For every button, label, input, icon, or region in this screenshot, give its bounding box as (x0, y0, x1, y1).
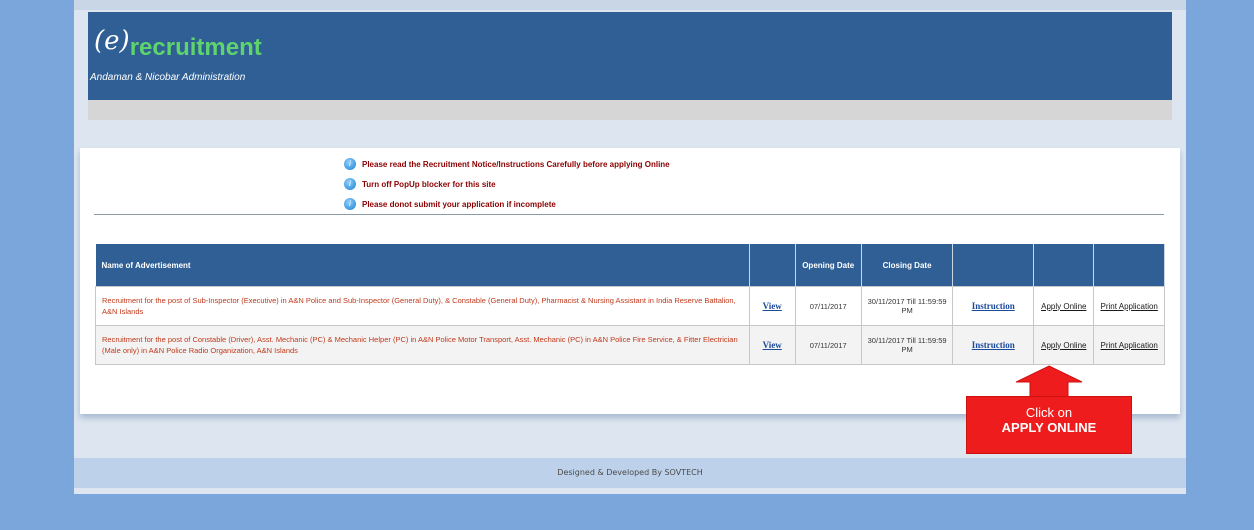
advertisement-table: Name of Advertisement Opening Date Closi… (95, 244, 1165, 365)
closing-date: 30/11/2017 Till 11:59:59 PM (860, 325, 954, 365)
table-header-row: Name of Advertisement Opening Date Closi… (95, 244, 1165, 287)
apply-callout: Click on APPLY ONLINE (966, 364, 1142, 456)
header-name: Name of Advertisement (95, 244, 750, 287)
instruction-link[interactable]: Instruction (972, 340, 1015, 350)
view-cell: View (748, 286, 796, 326)
table-row: Recruitment for the post of Constable (D… (95, 325, 1165, 365)
site-logo[interactable]: (e)recruitment (94, 26, 262, 61)
instruction-cell: Instruction (952, 286, 1035, 326)
ad-description: Recruitment for the post of Sub-Inspecto… (95, 286, 750, 326)
notice-text: Turn off PopUp blocker for this site (362, 179, 496, 189)
apply-online-link[interactable]: Apply Online (1041, 341, 1086, 350)
header-closing: Closing Date (861, 244, 954, 287)
table-row: Recruitment for the post of Sub-Inspecto… (95, 286, 1165, 326)
header-banner: (e)recruitment Andaman & Nicobar Adminis… (88, 12, 1172, 100)
instruction-cell: Instruction (952, 325, 1035, 365)
header-subtitle: Andaman & Nicobar Administration (90, 72, 246, 83)
apply-cell: Apply Online (1033, 325, 1095, 365)
view-link[interactable]: View (763, 340, 782, 350)
print-cell: Print Application (1093, 286, 1165, 326)
apply-online-link[interactable]: Apply Online (1041, 302, 1086, 311)
apply-cell: Apply Online (1033, 286, 1095, 326)
notice-text: Please donot submit your application if … (362, 199, 556, 209)
notice-text: Please read the Recruitment Notice/Instr… (362, 159, 670, 169)
header-view (749, 244, 796, 287)
header-print (1093, 244, 1165, 287)
ad-description: Recruitment for the post of Constable (D… (95, 325, 750, 365)
view-cell: View (748, 325, 796, 365)
callout-line1: Click on (1025, 405, 1073, 420)
print-application-link[interactable]: Print Application (1101, 302, 1158, 311)
print-cell: Print Application (1093, 325, 1165, 365)
notice-list: i Please read the Recruitment Notice/Ins… (344, 154, 670, 214)
header-opening: Opening Date (795, 244, 862, 287)
opening-date: 07/11/2017 (794, 286, 862, 326)
instruction-link[interactable]: Instruction (972, 301, 1015, 311)
closing-date: 30/11/2017 Till 11:59:59 PM (860, 286, 954, 326)
callout-box: Click on APPLY ONLINE (966, 396, 1132, 454)
notice-item: i Please donot submit your application i… (344, 194, 670, 214)
menu-bar (88, 100, 1172, 120)
view-link[interactable]: View (763, 301, 782, 311)
notice-item: i Turn off PopUp blocker for this site (344, 174, 670, 194)
top-strip (74, 0, 1186, 10)
page-footer: Designed & Developed By SOVTECH (74, 458, 1186, 488)
divider (94, 214, 1164, 215)
opening-date: 07/11/2017 (794, 325, 862, 365)
notice-item: i Please read the Recruitment Notice/Ins… (344, 154, 670, 174)
header-instruction (952, 244, 1035, 287)
info-icon: i (344, 158, 356, 170)
logo-wordmark: recruitment (129, 34, 262, 61)
print-application-link[interactable]: Print Application (1101, 341, 1158, 350)
footer-credit: Designed & Developed By SOVTECH (557, 468, 703, 477)
info-icon: i (344, 198, 356, 210)
info-icon: i (344, 178, 356, 190)
header-apply (1033, 244, 1095, 287)
callout-line2: APPLY ONLINE (1001, 420, 1097, 435)
logo-e-mark: (e) (94, 26, 130, 56)
